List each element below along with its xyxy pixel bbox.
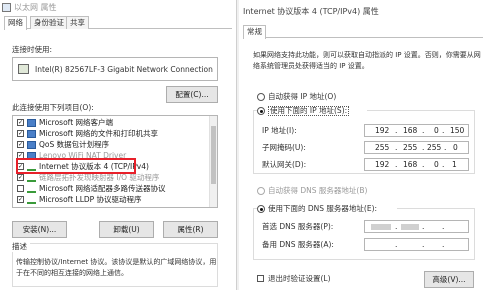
subnet-mask-input[interactable]: 255. 255. 255. 0: [364, 141, 469, 154]
preferred-dns-input[interactable]: . ..: [364, 220, 469, 233]
manual-ip-radio[interactable]: [257, 107, 265, 115]
scrollbar-thumb[interactable]: [211, 126, 216, 184]
right-title-bar: Internet 协议版本 4 (TCP/IPv4) 属性: [239, 4, 490, 19]
ip-address-input[interactable]: 192. 168. 0. 150: [364, 124, 469, 137]
manual-dns-radio[interactable]: [257, 205, 265, 213]
item-checkbox[interactable]: ✓: [17, 130, 24, 137]
intro-line2: 络系统管理员处获得适当的 IP 设置。: [253, 62, 369, 70]
uninstall-button[interactable]: 卸载(U): [99, 221, 154, 238]
description-text-line1: 传输控制协议/Internet 协议。该协议是默认的广域网络协议，用: [16, 258, 217, 266]
protocol-icon: [27, 198, 36, 204]
network-icon: [2, 3, 11, 12]
advanced-button[interactable]: 高级(V)...: [424, 271, 474, 288]
connect-using-label: 连接时使用:: [12, 45, 53, 54]
auto-dns-radio[interactable]: [257, 187, 265, 195]
manual-ip-group: 使用下面的 IP 地址(S): IP 地址(I): 192. 168. 0. 1…: [253, 106, 475, 174]
item-checkbox[interactable]: [17, 185, 24, 192]
adapter-field[interactable]: Intel(R) 82567LF-3 Gigabit Network Conne…: [12, 57, 218, 81]
blurred-value: [371, 224, 391, 230]
description-group: 描述 传输控制协议/Internet 协议。该协议是默认的广域网络协议，用 于在…: [12, 242, 218, 287]
blurred-value: [401, 224, 419, 230]
tab-sharing[interactable]: 共享: [66, 16, 89, 29]
client-icon: [27, 119, 36, 127]
tab-authentication[interactable]: 身份验证: [30, 16, 68, 29]
configure-button[interactable]: 配置(C)...: [166, 86, 218, 103]
tab-network[interactable]: 网络: [4, 16, 27, 30]
intro-line1: 如果网络支持此功能，则可以获取自动指派的 IP 设置。否则，你需要从网: [253, 51, 481, 59]
protocol-icon: [27, 176, 36, 182]
ipv4-highlight: [16, 158, 136, 174]
qos-icon: [27, 141, 36, 149]
item-checkbox[interactable]: ✓: [17, 141, 24, 148]
right-tab-bar: 常规: [243, 25, 483, 39]
list-scrollbar[interactable]: [209, 116, 217, 207]
alternate-dns-label: 备用 DNS 服务器(A):: [262, 240, 334, 249]
adapter-icon: [18, 64, 29, 74]
properties-button[interactable]: 属性(R): [163, 221, 218, 238]
description-text-line2: 于在不同的相互连接的网络上通信。: [16, 269, 128, 277]
ipv4-properties-window: Internet 协议版本 4 (TCP/IPv4) 属性 常规 如果网络支持此…: [239, 0, 490, 290]
gateway-input[interactable]: 192. 168. 0. 1: [364, 158, 469, 171]
item-checkbox[interactable]: ✓: [17, 119, 24, 126]
right-window-title: Internet 协议版本 4 (TCP/IPv4) 属性: [243, 7, 379, 16]
item-checkbox[interactable]: ✓: [17, 196, 24, 203]
validate-checkbox[interactable]: [257, 275, 264, 282]
install-button[interactable]: 安装(N)...: [12, 221, 67, 238]
left-window-title: 以太网 属性: [14, 3, 57, 12]
adapter-name: Intel(R) 82567LF-3 Gigabit Network Conne…: [35, 65, 213, 74]
preferred-dns-label: 首选 DNS 服务器(P):: [262, 222, 334, 231]
ip-address-label: IP 地址(I):: [262, 126, 297, 135]
auto-dns-option[interactable]: 自动获得 DNS 服务器地址(B): [257, 186, 407, 196]
ethernet-properties-window: 以太网 属性 网络 身份验证 共享 连接时使用: Intel(R) 82567L…: [0, 0, 236, 290]
left-title-bar: 以太网 属性: [0, 0, 236, 15]
validate-option[interactable]: 退出时验证设置(L): [257, 274, 367, 284]
auto-ip-radio[interactable]: [257, 93, 265, 101]
protocol-icon: [27, 187, 36, 193]
auto-ip-option[interactable]: 自动获得 IP 地址(O): [257, 92, 377, 102]
manual-dns-group: 使用下面的 DNS 服务器地址(E): 首选 DNS 服务器(P): . .. …: [253, 204, 475, 260]
item-checkbox[interactable]: ✓: [17, 174, 24, 181]
left-tab-bar: 网络 身份验证 共享: [4, 16, 232, 30]
manual-ip-option[interactable]: 使用下面的 IP 地址(S):: [257, 106, 367, 116]
share-icon: [27, 130, 36, 138]
gateway-label: 默认网关(D):: [262, 160, 307, 169]
alternate-dns-input[interactable]: ...: [364, 238, 469, 251]
tab-general[interactable]: 常规: [243, 25, 266, 39]
description-title: 描述: [12, 242, 30, 252]
manual-dns-option[interactable]: 使用下面的 DNS 服务器地址(E):: [257, 204, 397, 214]
items-label: 此连接使用下列项目(O):: [12, 103, 94, 112]
subnet-mask-label: 子网掩码(U):: [262, 143, 306, 152]
